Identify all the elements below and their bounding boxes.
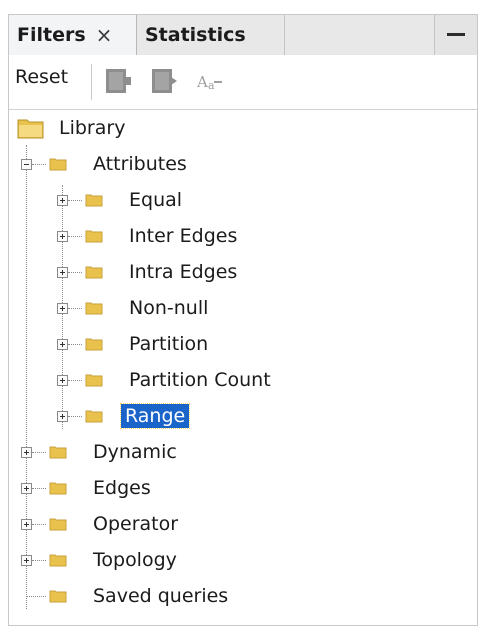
tree-guide-line bbox=[68, 380, 82, 381]
folder-icon bbox=[85, 374, 103, 387]
expand-icon[interactable] bbox=[21, 483, 32, 494]
tree-node-label: Inter Edges bbox=[129, 225, 238, 247]
expand-icon[interactable] bbox=[57, 339, 68, 350]
expand-icon[interactable] bbox=[57, 267, 68, 278]
tree-node-label: Topology bbox=[93, 549, 177, 571]
folder-icon bbox=[85, 230, 103, 243]
tree-node-range[interactable]: Range bbox=[85, 399, 191, 433]
tree-guide-line bbox=[68, 236, 82, 237]
tab-statistics-label: Statistics bbox=[145, 24, 246, 46]
tree-guide-line bbox=[68, 416, 82, 417]
tree-guide-line bbox=[26, 596, 46, 597]
tree-node-label: Attributes bbox=[93, 153, 187, 175]
tree-guide-line bbox=[26, 145, 27, 609]
tree-node-partition-count[interactable]: Partition Count bbox=[85, 363, 275, 397]
tab-bar-spacer bbox=[285, 15, 435, 55]
tree-node-label: Library bbox=[59, 117, 126, 139]
tree-node-label: Edges bbox=[93, 477, 151, 499]
expand-icon[interactable] bbox=[57, 303, 68, 314]
folder-icon bbox=[49, 158, 67, 171]
tree-node-partition[interactable]: Partition bbox=[85, 327, 212, 361]
expand-icon[interactable] bbox=[57, 195, 68, 206]
svg-text:a: a bbox=[208, 79, 215, 92]
collapse-icon[interactable] bbox=[21, 159, 32, 170]
tab-statistics[interactable]: Statistics bbox=[137, 15, 285, 55]
folder-icon bbox=[49, 446, 67, 459]
filters-panel: Filters × Statistics Reset A a Library A… bbox=[8, 14, 478, 626]
tree-node-library[interactable]: Library bbox=[17, 111, 129, 145]
tree-node-saved-queries[interactable]: Saved queries bbox=[49, 579, 232, 613]
toolbar-separator bbox=[91, 64, 92, 100]
filter-add-icon[interactable] bbox=[103, 65, 133, 97]
tree-node-intra-edges[interactable]: Intra Edges bbox=[85, 255, 241, 289]
tree-node-topology[interactable]: Topology bbox=[49, 543, 181, 577]
tree-guide-line bbox=[32, 560, 46, 561]
tree-node-label: Equal bbox=[129, 189, 183, 211]
tree-node-edges[interactable]: Edges bbox=[49, 471, 155, 505]
tree-node-dynamic[interactable]: Dynamic bbox=[49, 435, 181, 469]
folder-icon bbox=[85, 194, 103, 207]
tree-node-label: Saved queries bbox=[93, 585, 229, 607]
close-icon[interactable]: × bbox=[96, 23, 113, 47]
svg-text:A: A bbox=[196, 73, 208, 91]
expand-icon[interactable] bbox=[21, 519, 32, 530]
tree-guide-line bbox=[32, 488, 46, 489]
expand-icon[interactable] bbox=[57, 375, 68, 386]
tree-guide-line bbox=[32, 524, 46, 525]
tree-guide-line bbox=[68, 344, 82, 345]
minimize-icon[interactable] bbox=[445, 23, 467, 45]
expand-icon[interactable] bbox=[21, 555, 32, 566]
expand-icon[interactable] bbox=[21, 447, 32, 458]
tree-guide-line bbox=[68, 308, 82, 309]
reset-button[interactable]: Reset bbox=[15, 66, 68, 88]
tree-guide-line bbox=[32, 164, 46, 165]
tree-node-label: Operator bbox=[93, 513, 179, 535]
tree-guide-line bbox=[68, 272, 82, 273]
folder-icon bbox=[85, 338, 103, 351]
folder-icon bbox=[85, 266, 103, 279]
tree-node-equal[interactable]: Equal bbox=[85, 183, 186, 217]
tree-node-operator[interactable]: Operator bbox=[49, 507, 182, 541]
expand-icon[interactable] bbox=[57, 411, 68, 422]
tree-node-label: Intra Edges bbox=[129, 261, 238, 283]
folder-icon bbox=[49, 554, 67, 567]
tree-node-attributes[interactable]: Attributes bbox=[49, 147, 191, 181]
folder-icon bbox=[49, 518, 67, 531]
tab-filters-label: Filters bbox=[17, 24, 86, 46]
tree-guide-line bbox=[32, 452, 46, 453]
tab-bar: Filters × Statistics bbox=[9, 15, 477, 56]
filter-tree: Library Attributes Equal Inter Edges Int… bbox=[9, 109, 477, 625]
folder-icon bbox=[85, 302, 103, 315]
expand-icon[interactable] bbox=[57, 231, 68, 242]
folder-icon bbox=[49, 590, 67, 603]
folder-open-icon bbox=[17, 119, 44, 139]
filter-remove-icon[interactable] bbox=[149, 65, 179, 97]
tree-node-label-selected: Range bbox=[119, 403, 191, 429]
tree-node-non-null[interactable]: Non-null bbox=[85, 291, 212, 325]
tree-node-label: Non-null bbox=[129, 297, 209, 319]
folder-icon bbox=[85, 410, 103, 423]
folder-icon bbox=[49, 482, 67, 495]
tree-node-inter-edges[interactable]: Inter Edges bbox=[85, 219, 241, 253]
toolbar: Reset A a bbox=[9, 55, 477, 110]
tree-node-label: Partition bbox=[129, 333, 209, 355]
rename-icon[interactable]: A a bbox=[195, 65, 225, 97]
tree-node-label: Dynamic bbox=[93, 441, 177, 463]
tree-node-label: Partition Count bbox=[129, 369, 271, 391]
tab-filters[interactable]: Filters × bbox=[9, 15, 137, 55]
tree-guide-line bbox=[68, 200, 82, 201]
